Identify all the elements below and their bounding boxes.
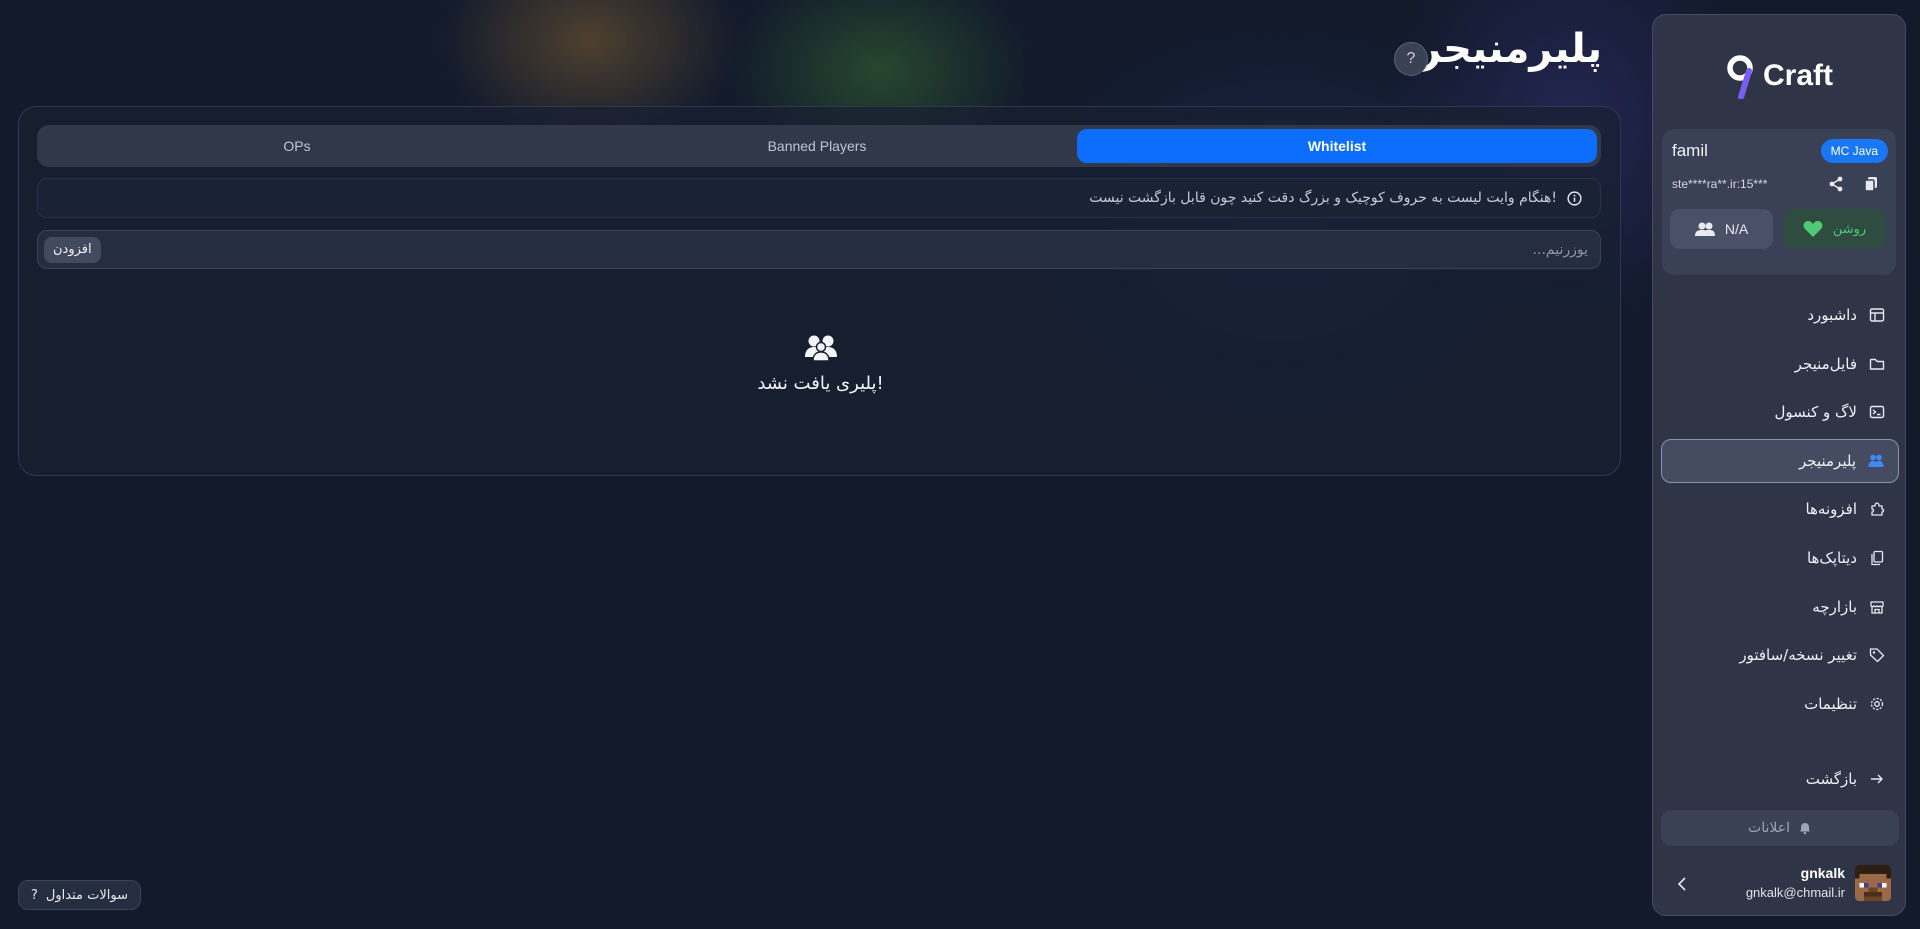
- notifications-button[interactable]: اعلانات: [1661, 810, 1899, 846]
- nav-item-label: تغییر نسخه/سافتور: [1739, 646, 1857, 665]
- nav-item-datapacks[interactable]: دیتاپک‌ها: [1661, 536, 1899, 580]
- notice-text: هنگام وایت لیست به حروف کوچیک و بزرگ دقت…: [1089, 190, 1557, 206]
- info-icon: [1567, 190, 1582, 206]
- username-input[interactable]: [108, 231, 1588, 268]
- tab-whitelist[interactable]: Whitelist: [1077, 129, 1597, 163]
- folder-icon: [1869, 358, 1885, 370]
- users-icon: [1694, 222, 1715, 236]
- page-title: پلیرمنیجر: [1418, 26, 1602, 72]
- avatar: [1855, 865, 1891, 901]
- nav-item-version-change[interactable]: تغییر نسخه/سافتور: [1661, 633, 1899, 677]
- nav-item-label: لاگ و کنسول: [1774, 403, 1857, 422]
- nav-item-label: بازارچه: [1812, 597, 1857, 616]
- share-icon[interactable]: [1827, 175, 1845, 193]
- bell-icon: [1799, 823, 1810, 835]
- users-icon: [1868, 454, 1884, 467]
- nav-item-label: دیتاپک‌ها: [1806, 548, 1857, 567]
- add-player-form: افزودن: [37, 230, 1601, 269]
- nav-item-plugins[interactable]: افزونه‌ها: [1661, 487, 1899, 531]
- empty-state-text: پلیری یافت نشد!: [757, 373, 884, 394]
- nav-item-label: افزونه‌ها: [1805, 500, 1857, 519]
- users-icon: [804, 335, 837, 362]
- tab-bar: OPs Banned Players Whitelist: [37, 125, 1601, 167]
- notifications-label: اعلانات: [1748, 820, 1790, 836]
- server-name: famil: [1672, 141, 1708, 160]
- puzzle-icon: [1871, 502, 1885, 517]
- faq-button[interactable]: ? سوالات متداول: [18, 880, 141, 910]
- terminal-icon: [1869, 405, 1885, 419]
- nav-item-label: تنظیمات: [1804, 694, 1857, 713]
- help-button[interactable]: ?: [1394, 42, 1428, 76]
- nav-item-label: فایل‌منیجر: [1794, 354, 1857, 373]
- sidebar: Craft famil MC Java ste****ra**.ir:15***…: [1652, 14, 1906, 916]
- user-profile[interactable]: gnkalk gnkalk@chmail.ir: [1661, 859, 1899, 909]
- brand-name: Craft: [1763, 59, 1834, 92]
- back-section: بازگشت: [1661, 757, 1899, 806]
- nav-menu: داشبورد فایل‌منیجر لاگ و کنسول پلیرمنیجر…: [1661, 293, 1899, 730]
- user-name: gnkalk: [1800, 865, 1845, 881]
- heart-icon: [1803, 221, 1823, 237]
- add-button[interactable]: افزودن: [44, 237, 101, 263]
- arrow-right-icon: [1871, 774, 1883, 784]
- nav-item-settings[interactable]: تنظیمات: [1661, 682, 1899, 726]
- server-card: famil MC Java ste****ra**.ir:15*** N/A ر…: [1662, 129, 1896, 275]
- tab-ops[interactable]: OPs: [37, 129, 557, 163]
- players-panel: OPs Banned Players Whitelist هنگام وایت …: [18, 106, 1621, 476]
- files-icon: [1871, 550, 1884, 566]
- nav-item-console[interactable]: لاگ و کنسول: [1661, 390, 1899, 434]
- chevron-left-icon[interactable]: [1675, 875, 1689, 893]
- craft-logo-icon: [1727, 55, 1753, 99]
- empty-state: پلیری یافت نشد!: [19, 333, 1622, 394]
- edition-badge: MC Java: [1820, 139, 1888, 163]
- status-label: روشن: [1832, 221, 1867, 237]
- nav-item-file-manager[interactable]: فایل‌منیجر: [1661, 342, 1899, 386]
- layout-icon: [1869, 308, 1885, 322]
- back-label: بازگشت: [1805, 770, 1857, 788]
- nav-item-market[interactable]: بازارچه: [1661, 585, 1899, 629]
- store-icon: [1870, 600, 1884, 614]
- tab-banned-players[interactable]: Banned Players: [557, 129, 1077, 163]
- online-players-button[interactable]: N/A: [1670, 209, 1773, 249]
- nav-item-label: پلیرمنیجر: [1799, 451, 1856, 470]
- nav-item-player-manager[interactable]: پلیرمنیجر: [1661, 438, 1899, 483]
- tag-icon: [1869, 648, 1885, 663]
- nav-item-dashboard[interactable]: داشبورد: [1661, 293, 1899, 337]
- server-address: ste****ra**.ir:15***: [1672, 177, 1768, 191]
- whitelist-notice: هنگام وایت لیست به حروف کوچیک و بزرگ دقت…: [37, 178, 1601, 218]
- faq-label: سوالات متداول: [45, 887, 128, 903]
- server-status-button[interactable]: روشن: [1783, 209, 1886, 249]
- nav-item-back[interactable]: بازگشت: [1661, 757, 1899, 801]
- user-email: gnkalk@chmail.ir: [1745, 885, 1845, 900]
- nav-item-label: داشبورد: [1807, 306, 1857, 324]
- question-icon: ?: [31, 887, 38, 903]
- gear-icon: [1870, 697, 1884, 710]
- copy-icon[interactable]: [1862, 175, 1880, 193]
- players-count: N/A: [1724, 221, 1749, 237]
- logo: Craft: [1725, 51, 1855, 101]
